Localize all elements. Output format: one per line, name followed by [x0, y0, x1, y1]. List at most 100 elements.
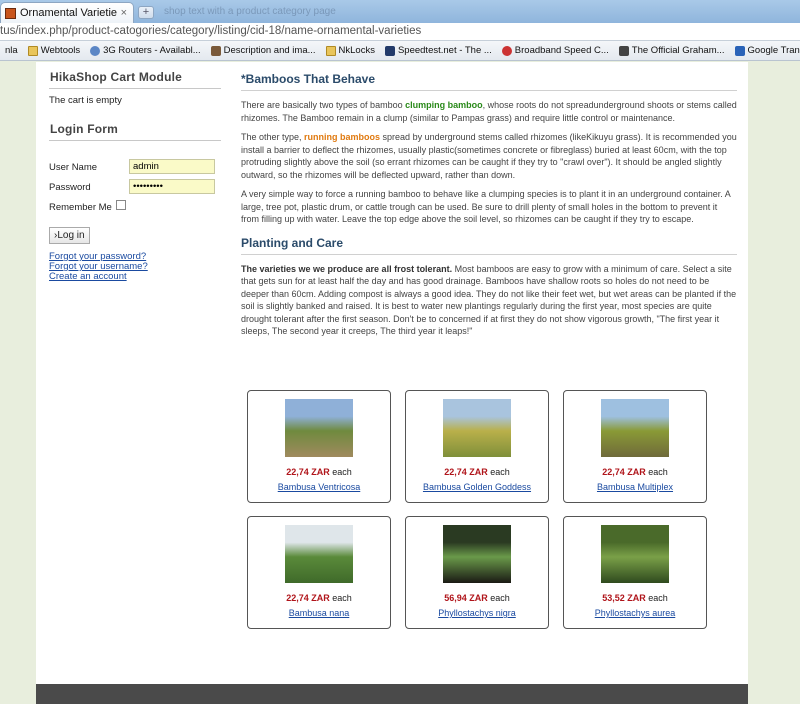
price-amount: 56,94 ZAR [444, 593, 488, 603]
paragraph-running: The other type, running bamboos spread b… [241, 131, 737, 181]
product-name-link[interactable]: Bambusa Golden Goddess [406, 482, 548, 492]
graham-icon [618, 45, 629, 56]
price-unit: each [645, 593, 668, 603]
login-form-title: Login Form [49, 120, 221, 141]
product-price: 22,74 ZAR each [406, 467, 548, 477]
price-unit: each [329, 467, 352, 477]
section-title-planting-care: Planting and Care [241, 236, 737, 255]
product-card[interactable]: 22,74 ZAR each Bambusa Golden Goddess [405, 390, 549, 503]
folder-icon [325, 45, 336, 56]
remember-label: Remember Me [49, 202, 112, 213]
cart-status: The cart is empty [49, 95, 122, 106]
bookmark-label: Google Translate [747, 45, 800, 56]
product-image[interactable] [285, 525, 353, 583]
bookmark-label: 3G Routers - Availabl... [103, 45, 201, 56]
sidebar: HikaShop Cart Module The cart is empty L… [49, 68, 221, 282]
bookmark-label: Description and ima... [223, 45, 316, 56]
ghost-tab-text: shop text with a product category page [164, 6, 336, 17]
price-unit: each [487, 467, 510, 477]
product-image[interactable] [285, 399, 353, 457]
product-card[interactable]: 22,74 ZAR each Bambusa Ventricosa [247, 390, 391, 503]
login-button[interactable]: ›Log in [49, 227, 90, 244]
create-account-link[interactable]: Create an account [49, 272, 221, 282]
price-amount: 22,74 ZAR [286, 467, 330, 477]
folder-icon [27, 45, 38, 56]
bookmark-label: Speedtest.net - The ... [397, 45, 492, 56]
bookmark-label: Webtools [40, 45, 81, 56]
bookmark-item[interactable]: Webtools [23, 45, 85, 56]
price-unit: each [645, 467, 668, 477]
bookmark-item[interactable]: Speedtest.net - The ... [380, 45, 497, 56]
main-content: *Bamboos That Behave There are basically… [241, 72, 737, 345]
product-image[interactable] [443, 399, 511, 457]
account-links: Forgot your password? Forgot your userna… [49, 252, 221, 282]
price-unit: each [487, 593, 510, 603]
paragraph-planting: The varieties we we produce are all fros… [241, 263, 737, 338]
browser-tab[interactable]: Ornamental Varieties × [0, 2, 134, 23]
password-input[interactable] [129, 179, 215, 194]
product-name-link[interactable]: Phyllostachys nigra [406, 608, 548, 618]
product-price: 22,74 ZAR each [248, 467, 390, 477]
site-favicon-icon [5, 7, 16, 19]
footer-bar [36, 684, 748, 704]
product-name-link[interactable]: Bambusa Multiplex [564, 482, 706, 492]
bookmark-item[interactable]: nla [0, 45, 23, 56]
remember-checkbox[interactable] [116, 200, 126, 210]
price-amount: 22,74 ZAR [286, 593, 330, 603]
bookmark-item[interactable]: Google Translate [730, 45, 800, 56]
page-container: HikaShop Cart Module The cart is empty L… [36, 62, 748, 684]
browser-tab-bar: Ornamental Varieties × + shop text with … [0, 0, 800, 23]
globe-icon [90, 45, 101, 56]
bookmark-item[interactable]: Broadband Speed C... [497, 45, 614, 56]
bookmark-label: Broadband Speed C... [514, 45, 609, 56]
bookmark-item[interactable]: Description and ima... [206, 45, 321, 56]
product-name-link[interactable]: Bambusa Ventricosa [248, 482, 390, 492]
product-image[interactable] [601, 525, 669, 583]
product-card[interactable]: 22,74 ZAR each Bambusa nana [247, 516, 391, 629]
product-card[interactable]: 22,74 ZAR each Bambusa Multiplex [563, 390, 707, 503]
remember-row: Remember Me [49, 199, 221, 219]
text: There are basically two types of bamboo [241, 100, 406, 110]
text: The other type, [241, 132, 305, 142]
image-icon [210, 45, 221, 56]
clumping-bamboo-highlight: clumping bamboo [405, 100, 483, 110]
translate-icon [734, 45, 745, 56]
bookmarks-bar: nla Webtools 3G Routers - Availabl... Descr… [0, 41, 800, 61]
bookmark-item[interactable]: NkLocks [321, 45, 380, 56]
product-card[interactable]: 56,94 ZAR each Phyllostachys nigra [405, 516, 549, 629]
bookmark-label: The Official Graham... [631, 45, 725, 56]
new-tab-button[interactable]: + [138, 6, 154, 19]
price-amount: 22,74 ZAR [444, 467, 488, 477]
price-amount: 22,74 ZAR [602, 467, 646, 477]
bookmark-label: NkLocks [338, 45, 375, 56]
username-label: User Name [49, 162, 98, 173]
product-card[interactable]: 53,52 ZAR each Phyllostachys aurea [563, 516, 707, 629]
bookmark-label: nla [5, 45, 18, 56]
bookmark-item[interactable]: 3G Routers - Availabl... [85, 45, 206, 56]
section-title-bamboos-behave: *Bamboos That Behave [241, 72, 737, 91]
username-row: User Name [49, 159, 221, 179]
product-image[interactable] [443, 525, 511, 583]
product-price: 22,74 ZAR each [564, 467, 706, 477]
running-bamboos-highlight: running bamboos [304, 132, 381, 142]
paragraph-container: A very simple way to force a running bam… [241, 189, 731, 224]
password-label: Password [49, 182, 91, 193]
price-amount: 53,52 ZAR [602, 593, 646, 603]
price-unit: each [329, 593, 352, 603]
product-price: 56,94 ZAR each [406, 593, 548, 603]
product-name-link[interactable]: Phyllostachys aurea [564, 608, 706, 618]
close-tab-icon[interactable]: × [121, 7, 127, 19]
address-bar[interactable]: tus/index.php/product-catogories/categor… [0, 23, 800, 41]
product-image[interactable] [601, 399, 669, 457]
url-text[interactable]: tus/index.php/product-catogories/categor… [0, 25, 421, 37]
bookmark-item[interactable]: The Official Graham... [614, 45, 730, 56]
paragraph-clumping: There are basically two types of bamboo … [241, 99, 737, 124]
username-input[interactable] [129, 159, 215, 174]
product-name-link[interactable]: Bambusa nana [248, 608, 390, 618]
tab-title: Ornamental Varieties [20, 7, 117, 19]
product-price: 22,74 ZAR each [248, 593, 390, 603]
password-row: Password [49, 179, 221, 199]
cart-module-title: HikaShop Cart Module [49, 68, 221, 89]
speedtest-icon [384, 45, 395, 56]
product-price: 53,52 ZAR each [564, 593, 706, 603]
